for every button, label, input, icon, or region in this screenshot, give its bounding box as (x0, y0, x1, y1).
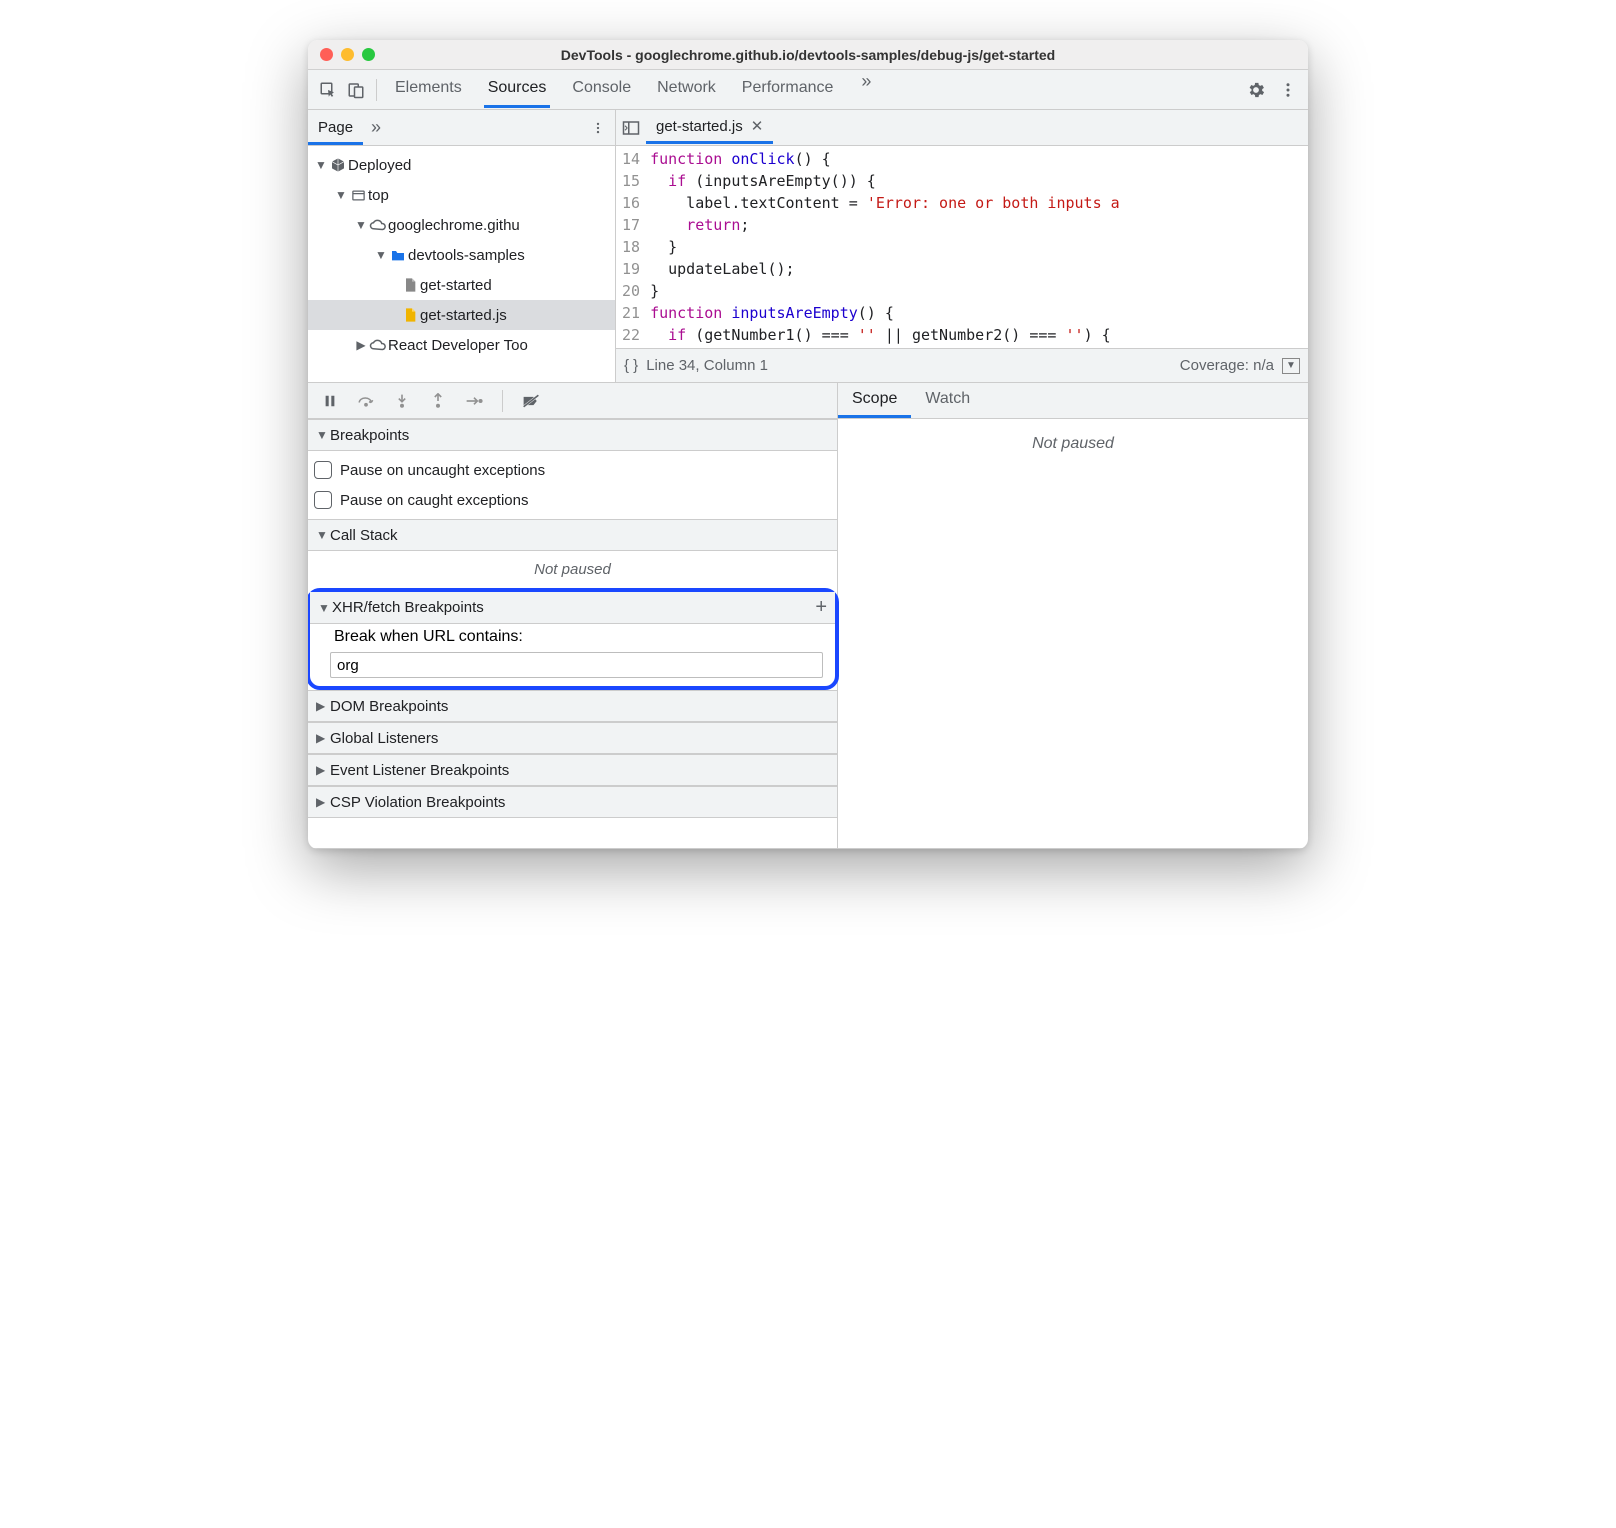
gear-icon[interactable] (1242, 76, 1270, 104)
minimize-window-icon[interactable] (341, 48, 354, 61)
document-icon (400, 277, 420, 293)
editor-nav-icon[interactable] (616, 120, 646, 136)
close-window-icon[interactable] (320, 48, 333, 61)
device-toggle-icon[interactable] (342, 76, 370, 104)
checkbox-icon[interactable] (314, 491, 332, 509)
section-dom[interactable]: ▶DOM Breakpoints (308, 690, 837, 722)
section-csp[interactable]: ▶CSP Violation Breakpoints (308, 786, 837, 818)
xhr-highlight: ▼XHR/fetch Breakpoints + Break when URL … (308, 588, 839, 690)
more-tabs-icon[interactable]: » (855, 71, 877, 108)
debugger-pane: ▼Breakpoints Pause on uncaught exception… (308, 383, 1308, 849)
tree-label: googlechrome.githu (388, 217, 520, 234)
step-over-icon[interactable] (352, 387, 380, 415)
tab-scope[interactable]: Scope (838, 383, 911, 418)
zoom-window-icon[interactable] (362, 48, 375, 61)
kebab-menu-icon[interactable] (1274, 76, 1302, 104)
section-callstack[interactable]: ▼Call Stack (308, 519, 837, 551)
inspect-icon[interactable] (314, 76, 342, 104)
tree-label: devtools-samples (408, 247, 525, 264)
tab-elements[interactable]: Elements (391, 71, 466, 108)
tree-file-js[interactable]: get-started.js (308, 300, 615, 330)
nav-tab-page[interactable]: Page (308, 111, 363, 145)
tree-label: get-started.js (420, 307, 507, 324)
tab-sources[interactable]: Sources (484, 71, 551, 108)
titlebar: DevTools - googlechrome.github.io/devtoo… (308, 40, 1308, 70)
section-xhr[interactable]: ▼XHR/fetch Breakpoints + (310, 592, 835, 624)
scope-pane: Scope Watch Not paused (838, 383, 1308, 848)
tab-watch[interactable]: Watch (911, 383, 984, 418)
window-controls (320, 48, 375, 61)
tree-label: top (368, 187, 389, 204)
debug-controls: ▼Breakpoints Pause on uncaught exception… (308, 383, 838, 848)
window-title: DevTools - googlechrome.github.io/devtoo… (308, 47, 1308, 63)
tree-deployed[interactable]: ▼ Deployed (308, 150, 615, 180)
tree-label: React Developer Too (388, 337, 528, 354)
add-xhr-breakpoint-icon[interactable]: + (815, 596, 827, 619)
xhr-url-input[interactable] (330, 652, 823, 678)
js-file-icon (400, 307, 420, 323)
step-icon[interactable] (460, 387, 488, 415)
tab-performance[interactable]: Performance (738, 71, 838, 108)
cloud-icon (368, 218, 388, 232)
checkbox-icon[interactable] (314, 461, 332, 479)
editor-tab[interactable]: get-started.js ✕ (646, 111, 773, 144)
panel-tabs: Elements Sources Console Network Perform… (391, 71, 1242, 108)
tree-react-ext[interactable]: ▶ React Developer Too (308, 330, 615, 360)
frame-icon (348, 188, 368, 203)
scope-not-paused: Not paused (838, 419, 1308, 459)
section-event-listeners[interactable]: ▶Event Listener Breakpoints (308, 754, 837, 786)
line-gutter: 141516171819202122 (616, 146, 650, 348)
nav-more-icon[interactable]: » (363, 117, 389, 138)
deactivate-breakpoints-icon[interactable] (517, 387, 545, 415)
divider (502, 390, 503, 412)
cursor-position: Line 34, Column 1 (646, 357, 768, 374)
devtools-window: DevTools - googlechrome.github.io/devtoo… (308, 40, 1308, 849)
xhr-url-label: Break when URL contains: (310, 624, 835, 650)
main-toolbar: Elements Sources Console Network Perform… (308, 70, 1308, 110)
section-breakpoints[interactable]: ▼Breakpoints (308, 419, 837, 451)
dropdown-icon[interactable]: ▼ (1282, 358, 1300, 374)
tree-label: Deployed (348, 157, 411, 174)
tree-file-html[interactable]: get-started (308, 270, 615, 300)
sources-panel: Page » ▼ Deployed ▼ top ▼ (308, 110, 1308, 383)
editor-statusbar: { } Line 34, Column 1 Coverage: n/a ▼ (616, 348, 1308, 382)
step-into-icon[interactable] (388, 387, 416, 415)
folder-icon (388, 248, 408, 262)
coverage-label: Coverage: n/a (1180, 357, 1274, 374)
tree-origin[interactable]: ▼ googlechrome.githu (308, 210, 615, 240)
cube-icon (328, 157, 348, 173)
braces-icon[interactable]: { } (624, 357, 638, 374)
nav-kebab-icon[interactable] (581, 121, 615, 135)
code-editor[interactable]: 141516171819202122 function onClick() { … (616, 146, 1308, 348)
cloud-icon (368, 338, 388, 352)
code-lines: function onClick() { if (inputsAreEmpty(… (650, 146, 1308, 348)
tree-label: get-started (420, 277, 492, 294)
close-tab-icon[interactable]: ✕ (751, 117, 764, 135)
tab-network[interactable]: Network (653, 71, 720, 108)
pause-uncaught-row[interactable]: Pause on uncaught exceptions (314, 455, 831, 485)
tree-top[interactable]: ▼ top (308, 180, 615, 210)
callstack-not-paused: Not paused (314, 555, 831, 584)
pause-caught-row[interactable]: Pause on caught exceptions (314, 485, 831, 515)
file-tree: ▼ Deployed ▼ top ▼ googlechrome.githu ▼ (308, 146, 615, 364)
tab-console[interactable]: Console (568, 71, 635, 108)
pause-icon[interactable] (316, 387, 344, 415)
section-global[interactable]: ▶Global Listeners (308, 722, 837, 754)
step-out-icon[interactable] (424, 387, 452, 415)
navigator: Page » ▼ Deployed ▼ top ▼ (308, 110, 616, 382)
divider (376, 79, 377, 101)
editor-tab-label: get-started.js (656, 118, 743, 135)
editor: get-started.js ✕ 141516171819202122 func… (616, 110, 1308, 382)
tree-folder[interactable]: ▼ devtools-samples (308, 240, 615, 270)
